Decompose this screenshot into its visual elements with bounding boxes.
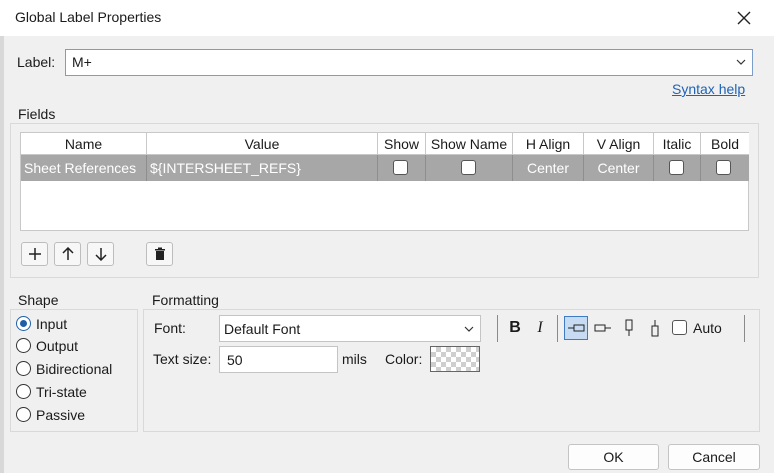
cell-show[interactable] <box>378 155 426 181</box>
formatting-group-title: Formatting <box>152 292 219 308</box>
font-combobox[interactable]: Default Font <box>219 315 481 342</box>
column-header-v-align[interactable]: V Align <box>584 133 654 155</box>
window-title: Global Label Properties <box>15 9 162 25</box>
spin-right-button[interactable] <box>591 316 615 340</box>
spin-up-icon <box>625 319 633 336</box>
spin-down-button[interactable] <box>643 316 667 340</box>
font-label: Font: <box>154 320 186 336</box>
toolbar-separator <box>557 315 558 342</box>
label-combobox[interactable]: M+ <box>65 49 753 76</box>
text-size-input[interactable]: 50 <box>219 346 338 373</box>
column-header-italic[interactable]: Italic <box>654 133 701 155</box>
auto-checkbox-control[interactable]: Auto <box>672 320 732 338</box>
chevron-down-icon[interactable] <box>735 56 747 68</box>
toolbar-separator <box>497 315 498 342</box>
show-name-checkbox[interactable] <box>461 160 476 175</box>
column-header-value[interactable]: Value <box>147 133 378 155</box>
trash-icon <box>154 247 165 260</box>
column-header-h-align[interactable]: H Align <box>513 133 584 155</box>
color-swatch[interactable] <box>430 346 480 372</box>
radio-input[interactable]: Input <box>16 315 131 335</box>
toolbar-separator <box>744 315 745 342</box>
radio-input-label: Input <box>36 316 68 332</box>
radio-passive[interactable]: Passive <box>16 406 131 426</box>
radio-bidirectional-indicator[interactable] <box>16 361 31 376</box>
spin-down-icon <box>651 320 659 337</box>
column-header-show-name[interactable]: Show Name <box>426 133 513 155</box>
cell-h-align[interactable]: Center <box>513 155 584 181</box>
bold-checkbox[interactable] <box>716 160 731 175</box>
radio-tri-state[interactable]: Tri-state <box>16 383 131 403</box>
italic-checkbox[interactable] <box>669 160 684 175</box>
font-value: Default Font <box>224 321 301 337</box>
radio-passive-label: Passive <box>36 407 86 423</box>
text-size-value: 50 <box>227 352 243 368</box>
cell-v-align[interactable]: Center <box>584 155 654 181</box>
radio-output[interactable]: Output <box>16 337 131 357</box>
cell-italic[interactable] <box>654 155 701 181</box>
ok-button[interactable]: OK <box>568 444 659 470</box>
show-checkbox[interactable] <box>393 160 408 175</box>
column-header-name[interactable]: Name <box>21 133 147 155</box>
radio-tri-state-label: Tri-state <box>36 384 87 400</box>
cell-show-name[interactable] <box>426 155 513 181</box>
label-caption: Label: <box>17 54 56 70</box>
radio-output-indicator[interactable] <box>16 338 31 353</box>
cancel-button[interactable]: Cancel <box>668 444 760 470</box>
move-up-button[interactable] <box>54 242 81 266</box>
add-field-button[interactable] <box>21 242 48 266</box>
cell-value[interactable]: ${INTERSHEET_REFS} <box>147 155 378 181</box>
radio-bidirectional-label: Bidirectional <box>36 361 113 377</box>
radio-passive-indicator[interactable] <box>16 407 31 422</box>
radio-tri-state-indicator[interactable] <box>16 384 31 399</box>
arrow-up-icon <box>61 247 74 260</box>
shape-group-title: Shape <box>18 292 59 308</box>
move-down-button[interactable] <box>87 242 114 266</box>
text-size-label: Text size: <box>153 351 212 367</box>
radio-input-indicator[interactable] <box>16 316 31 331</box>
chevron-down-icon[interactable] <box>463 323 475 335</box>
bold-button[interactable]: B <box>503 316 527 340</box>
syntax-help-link[interactable]: Syntax help <box>672 81 745 97</box>
italic-button[interactable]: I <box>528 316 552 340</box>
auto-label: Auto <box>693 320 722 336</box>
label-value: M+ <box>72 54 92 70</box>
delete-field-button[interactable] <box>146 242 173 266</box>
radio-bidirectional[interactable]: Bidirectional <box>16 360 134 380</box>
fields-grid[interactable]: Name Value Show Show Name H Align V Alig… <box>20 132 749 231</box>
spin-left-icon <box>568 324 585 332</box>
cell-bold[interactable] <box>701 155 749 181</box>
color-label: Color: <box>385 351 423 367</box>
window-edge <box>0 36 4 473</box>
plus-icon <box>28 248 41 260</box>
close-button[interactable] <box>730 4 758 32</box>
spin-left-button[interactable] <box>564 316 588 340</box>
cell-name[interactable]: Sheet References <box>21 155 147 181</box>
spin-up-button[interactable] <box>617 316 641 340</box>
column-header-bold[interactable]: Bold <box>701 133 749 155</box>
text-size-unit: mils <box>342 351 367 367</box>
auto-checkbox[interactable] <box>672 320 687 335</box>
fields-group-title: Fields <box>18 106 56 122</box>
close-icon <box>737 11 751 25</box>
radio-output-label: Output <box>36 338 79 354</box>
column-header-show[interactable]: Show <box>378 133 426 155</box>
arrow-down-icon <box>94 248 107 261</box>
spin-right-icon <box>594 324 611 332</box>
